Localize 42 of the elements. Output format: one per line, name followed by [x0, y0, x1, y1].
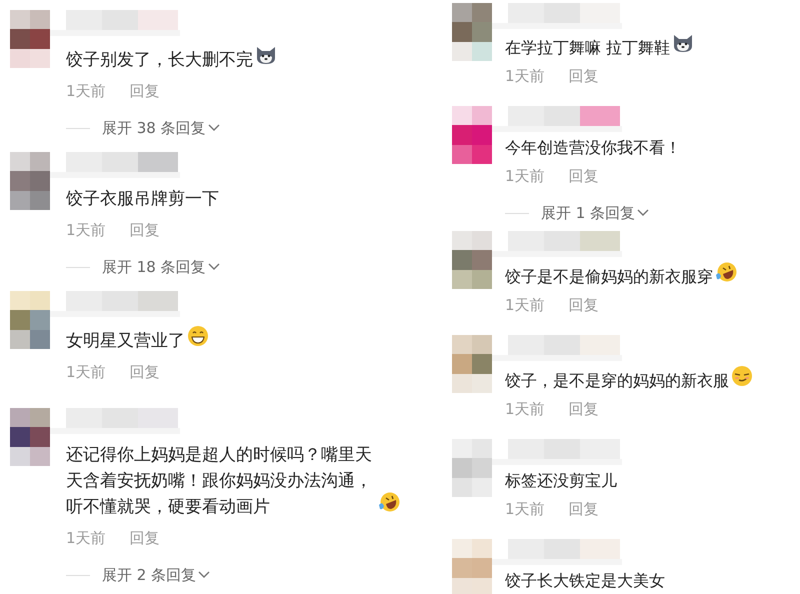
- expand-replies-button[interactable]: 展开 1 条回复: [541, 203, 650, 223]
- timestamp: 1天前: [505, 166, 545, 186]
- comment-text: 饺子别发了，长大删不完: [66, 49, 253, 72]
- chevron-down-icon: [637, 209, 650, 217]
- comment-text: 饺子是不是偷妈妈的新衣服穿: [505, 266, 713, 288]
- timestamp: 1天前: [66, 528, 106, 548]
- comment-text: 今年创造营没你我不看！: [505, 137, 681, 159]
- comment-text: 还记得你上妈妈是超人的时候吗？嘴里天天含着安抚奶嘴！跟你妈妈没办法沟通，听不懂就哭，硬要看动画片: [66, 444, 373, 519]
- comment-text: 饺子长大铁定是大美女: [505, 570, 665, 592]
- reply-button[interactable]: 回复: [130, 528, 160, 548]
- reply-button[interactable]: 回复: [568, 66, 599, 86]
- reply-button[interactable]: 回复: [130, 220, 160, 240]
- timestamp: 1天前: [505, 399, 545, 419]
- chevron-down-icon: [208, 124, 220, 132]
- expand-replies-button[interactable]: 展开 18 条回复: [102, 257, 220, 277]
- timestamp: 1天前: [505, 499, 545, 519]
- timestamp: 1天前: [505, 295, 545, 315]
- comment-text: 饺子，是不是穿的妈妈的新衣服: [505, 370, 729, 392]
- expand-replies-button[interactable]: 展开 2 条回复: [102, 565, 210, 585]
- chevron-down-icon: [208, 263, 220, 271]
- comment-text: 饺子衣服吊牌剪一下: [66, 188, 219, 211]
- timestamp: 1天前: [505, 66, 545, 86]
- timestamp: 1天前: [66, 362, 106, 382]
- comment-text: 女明星又营业了: [66, 330, 185, 353]
- reply-button[interactable]: 回复: [568, 499, 599, 519]
- reply-button[interactable]: 回复: [130, 81, 160, 101]
- laughing-tears-face-icon: [715, 261, 737, 283]
- laughing-tears-face-icon: [378, 491, 400, 513]
- dog-face-icon: [672, 33, 694, 53]
- smirking-face-icon: [731, 365, 753, 387]
- expand-replies-button[interactable]: 展开 38 条回复: [102, 118, 220, 138]
- reply-button[interactable]: 回复: [568, 399, 599, 419]
- comment-text: 标签还没剪宝儿: [505, 470, 617, 492]
- comment-text: 在学拉丁舞嘛 拉丁舞鞋: [505, 37, 670, 59]
- dog-face-icon: [255, 45, 277, 65]
- chevron-down-icon: [198, 571, 210, 579]
- grinning-face-icon: [187, 325, 209, 347]
- reply-button[interactable]: 回复: [568, 166, 599, 186]
- timestamp: 1天前: [66, 81, 106, 101]
- reply-button[interactable]: 回复: [568, 295, 599, 315]
- reply-button[interactable]: 回复: [130, 362, 160, 382]
- timestamp: 1天前: [66, 220, 106, 240]
